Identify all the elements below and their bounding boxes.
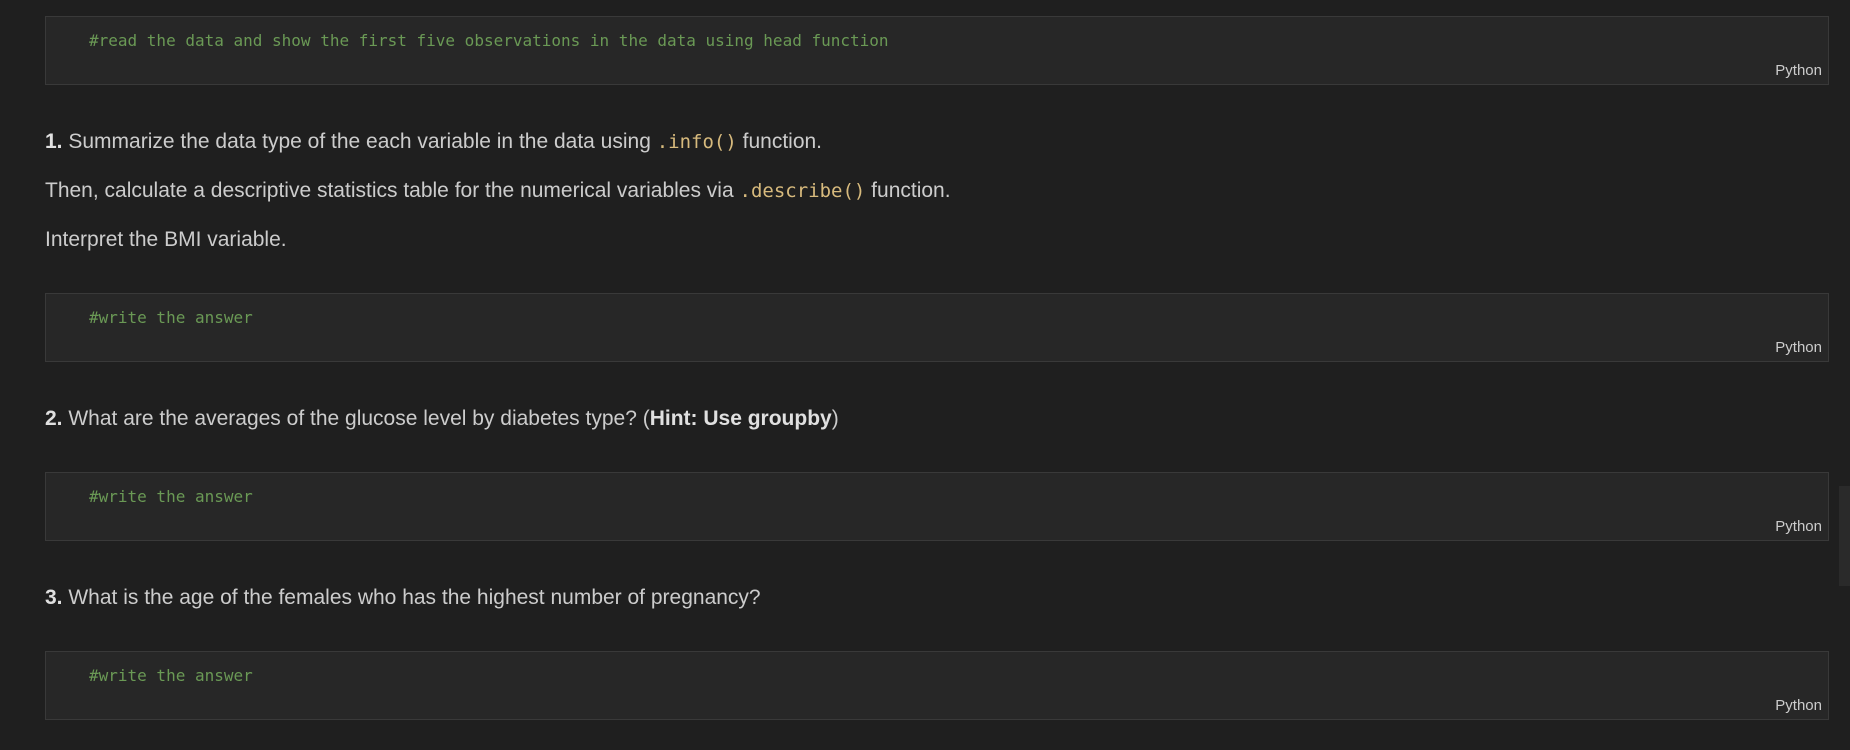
inline-code-info: .info() [656, 131, 737, 153]
notebook-editor: #read the data and show the first five o… [0, 0, 1850, 750]
question-3: 3. What is the age of the females who ha… [45, 584, 761, 612]
question-text: Interpret the BMI variable. [45, 228, 287, 251]
code-comment[interactable]: #write the answer [89, 308, 253, 327]
code-cell-2[interactable]: #write the answer Python [45, 293, 1829, 362]
question-text-end: ) [831, 407, 839, 430]
inline-code-describe: .describe() [739, 180, 866, 202]
code-comment[interactable]: #read the data and show the first five o… [89, 31, 889, 50]
question-number: 1. [45, 130, 63, 153]
question-text-end: function. [736, 130, 823, 153]
code-comment[interactable]: #write the answer [89, 666, 253, 685]
question-text: Summarize the data type of the each vari… [62, 130, 657, 153]
question-text: Then, calculate a descriptive statistics… [45, 179, 740, 202]
question-number: 3. [45, 586, 63, 609]
question-1-line-2: Then, calculate a descriptive statistics… [45, 177, 951, 205]
question-text-end: function. [865, 179, 951, 202]
code-cell-4[interactable]: #write the answer Python [45, 651, 1829, 720]
question-1-line-1: 1. Summarize the data type of the each v… [45, 128, 822, 156]
question-text: What is the age of the females who has t… [62, 586, 761, 609]
question-number: 2. [45, 407, 63, 430]
scrollbar-thumb[interactable] [1839, 486, 1850, 586]
hint-text: Hint: Use groupby [649, 407, 832, 430]
question-text: What are the averages of the glucose lev… [62, 407, 650, 430]
language-label[interactable]: Python [1775, 697, 1822, 714]
code-cell-1[interactable]: #read the data and show the first five o… [45, 16, 1829, 85]
language-label[interactable]: Python [1775, 518, 1822, 535]
question-2: 2. What are the averages of the glucose … [45, 405, 839, 433]
language-label[interactable]: Python [1775, 339, 1822, 356]
language-label[interactable]: Python [1775, 62, 1822, 79]
question-1-line-3: Interpret the BMI variable. [45, 226, 287, 254]
code-cell-3[interactable]: #write the answer Python [45, 472, 1829, 541]
code-comment[interactable]: #write the answer [89, 487, 253, 506]
